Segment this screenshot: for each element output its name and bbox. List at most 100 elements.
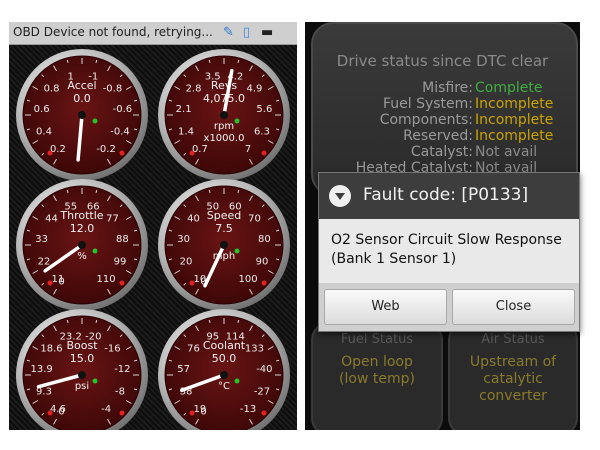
gauge-alarm-dot [47, 280, 53, 286]
gauge-tick-label: 70 [248, 214, 261, 225]
fuel-status-line2: (low temp) [339, 371, 415, 387]
gauge-ok-dot [234, 118, 240, 124]
gauge-hub [78, 111, 86, 119]
gauge-ok-dot [234, 378, 240, 384]
phone-icon: ▯ [243, 25, 251, 40]
gauge-label: Speed [207, 209, 241, 222]
gauge-tick-label: 44 [45, 214, 58, 225]
gauge-ok-dot [234, 248, 240, 254]
drive-status-value: Not avail [475, 144, 538, 160]
gauge-tick-label: 0 [200, 407, 206, 418]
gauge-tick-label: 77 [106, 214, 119, 225]
gauge-boost: 23.2 -2018.6 -1613.9 -129.3 -84.6 -40Boost15.… [16, 309, 148, 430]
gauge-tick-label: -0.6 [113, 104, 133, 115]
gauge-accel: 1 -10.8 -0.80.6 -0.60.4 -0.40.2 -0.2Accel0.0 [16, 49, 148, 181]
gauge-tick-label: -4 [101, 404, 111, 415]
gauge-tick-label: 6.3 [254, 126, 270, 137]
gauge-hub [220, 111, 228, 119]
fuel-status-line1: Open loop [341, 354, 413, 370]
gauge-label: Revs [211, 79, 237, 92]
gauge-tick-label: 18.6 [40, 344, 62, 355]
gauge-tick-label: -0.4 [110, 126, 130, 137]
air-status-line3: converter [479, 388, 547, 404]
gauge-value: 0.0 [73, 92, 91, 105]
gauge-value: 50.0 [212, 352, 237, 365]
gauge-tick-label: -0.8 [103, 84, 123, 95]
gauge-grid: 1 -1 0.8 -0.8 0.6 -0.6 0.4 -0.4 0.2 -0.2 Accel 0.0 3… [9, 44, 297, 430]
gauge-tick-label: 5.6 [256, 104, 272, 115]
gauge-hub [220, 371, 228, 379]
gauge-tick-label: 0.6 [34, 104, 50, 115]
gauge-tick-label: -12 [114, 364, 130, 375]
gauge-speed: 50 6040 7030 8020 9010 1000Speed7.5mph [158, 179, 290, 311]
status-message: OBD Device not found, retrying... [13, 25, 213, 39]
dialog-message: O2 Sensor Circuit Slow Response (Bank 1 … [331, 232, 562, 267]
fuel-status-title: Fuel Status [340, 332, 414, 347]
gauge-tick-label: 22 [38, 256, 51, 267]
drive-status-key: Fuel System: [382, 96, 473, 112]
drive-status-row: Components: Incomplete [315, 112, 575, 128]
web-button[interactable]: Web [324, 289, 447, 325]
dialog-button-bar: Web Close [319, 283, 579, 331]
gauge-alarm-dot [261, 150, 267, 156]
battery-icon: ▬ [261, 25, 274, 40]
gauge-tick-label: 7 [245, 144, 251, 155]
dialog-title: Fault code: [P0133] [363, 185, 529, 205]
gauge-alarm-dot [189, 280, 195, 286]
drive-status-value: Incomplete [475, 112, 554, 128]
gauge-tick-label: 2.1 [176, 104, 192, 115]
gauge-tick-label: 133 [245, 344, 264, 355]
gauge-label: Boost [66, 339, 98, 352]
gauge-alarm-dot [119, 150, 125, 156]
gauge-alarm-dot [47, 410, 53, 416]
gauge-tick-label: 80 [258, 234, 271, 245]
gauge-tick-label: 57 [177, 364, 190, 375]
gauge-unit: psi [75, 381, 89, 392]
gauge-tick-label: -0.2 [96, 144, 116, 155]
chevron-down-icon [329, 185, 351, 207]
dialog-header: Fault code: [P0133] [319, 173, 579, 219]
gauge-alarm-dot [261, 280, 267, 286]
status-bar: OBD Device not found, retrying... ✎ ▯ ▬ [9, 22, 297, 45]
close-button[interactable]: Close [452, 289, 575, 325]
gauge-label: Accel [67, 79, 96, 92]
air-status-line1: Upstream of [469, 354, 557, 370]
gauge-tick-label: -27 [254, 386, 270, 397]
air-status-title: Air Status [481, 332, 545, 347]
gauge-ok-dot [92, 248, 98, 254]
gauge-tick-label: 4.9 [247, 84, 263, 95]
gauge-tick-label: 0 [58, 407, 64, 418]
gauge-ok-dot [92, 378, 98, 384]
gauge-tick-label: -16 [104, 344, 120, 355]
gauge-tick-label: -40 [256, 364, 272, 375]
gauge-value: 15.0 [70, 352, 95, 365]
gauge-alarm-dot [119, 280, 125, 286]
air-status-value: Upstream of catalytic converter [450, 354, 576, 405]
gauge-tick-label: 0 [58, 277, 64, 288]
gauge-sub-unit: x1000.0 [204, 133, 245, 144]
gauge-tick-label: 1.4 [178, 126, 194, 137]
gauge-value: 7.5 [215, 222, 233, 235]
fault-code-dialog: Fault code: [P0133] O2 Sensor Circuit Sl… [318, 172, 580, 332]
gauge-tick-label: 2.8 [186, 84, 202, 95]
gauge-tick-label: 110 [97, 274, 116, 285]
gauge-ok-dot [92, 118, 98, 124]
gauge-throttle: 55 6644 7733 8822 9911 1100Throttle12.0% [16, 179, 148, 311]
drive-status-value: Incomplete [475, 128, 554, 144]
gauge-tick-label: 30 [177, 234, 190, 245]
drive-status-title: Drive status since DTC clear [336, 52, 549, 70]
gauge-revs: 3.5 4.22.8 4.92.1 5.61.4 6.30.7 7Revs4,075.0r… [158, 49, 290, 181]
gauge-tick-label: 20 [180, 256, 193, 267]
drive-status-key: Components: [379, 112, 473, 128]
gauge-alarm-dot [189, 410, 195, 416]
gauge-value: 12.0 [70, 222, 95, 235]
gauge-tick-label: 0.4 [36, 126, 52, 137]
gauge-tick-label: -13 [240, 404, 256, 415]
gauge-alarm-dot [261, 410, 267, 416]
gauge-dashboard: 1 -1 0.8 -0.8 0.6 -0.6 0.4 -0.4 0.2 -0.2 Accel 0.0 3… [9, 22, 297, 430]
gauge-unit: °C [218, 381, 230, 392]
bluetooth-icon: ✎ [223, 25, 234, 40]
gauge-unit: % [77, 251, 87, 262]
gauge-coolant: 95 11476 13357 -4038 -2719 -130Coolant50.0°C [158, 309, 290, 430]
gauge-alarm-dot [47, 150, 53, 156]
